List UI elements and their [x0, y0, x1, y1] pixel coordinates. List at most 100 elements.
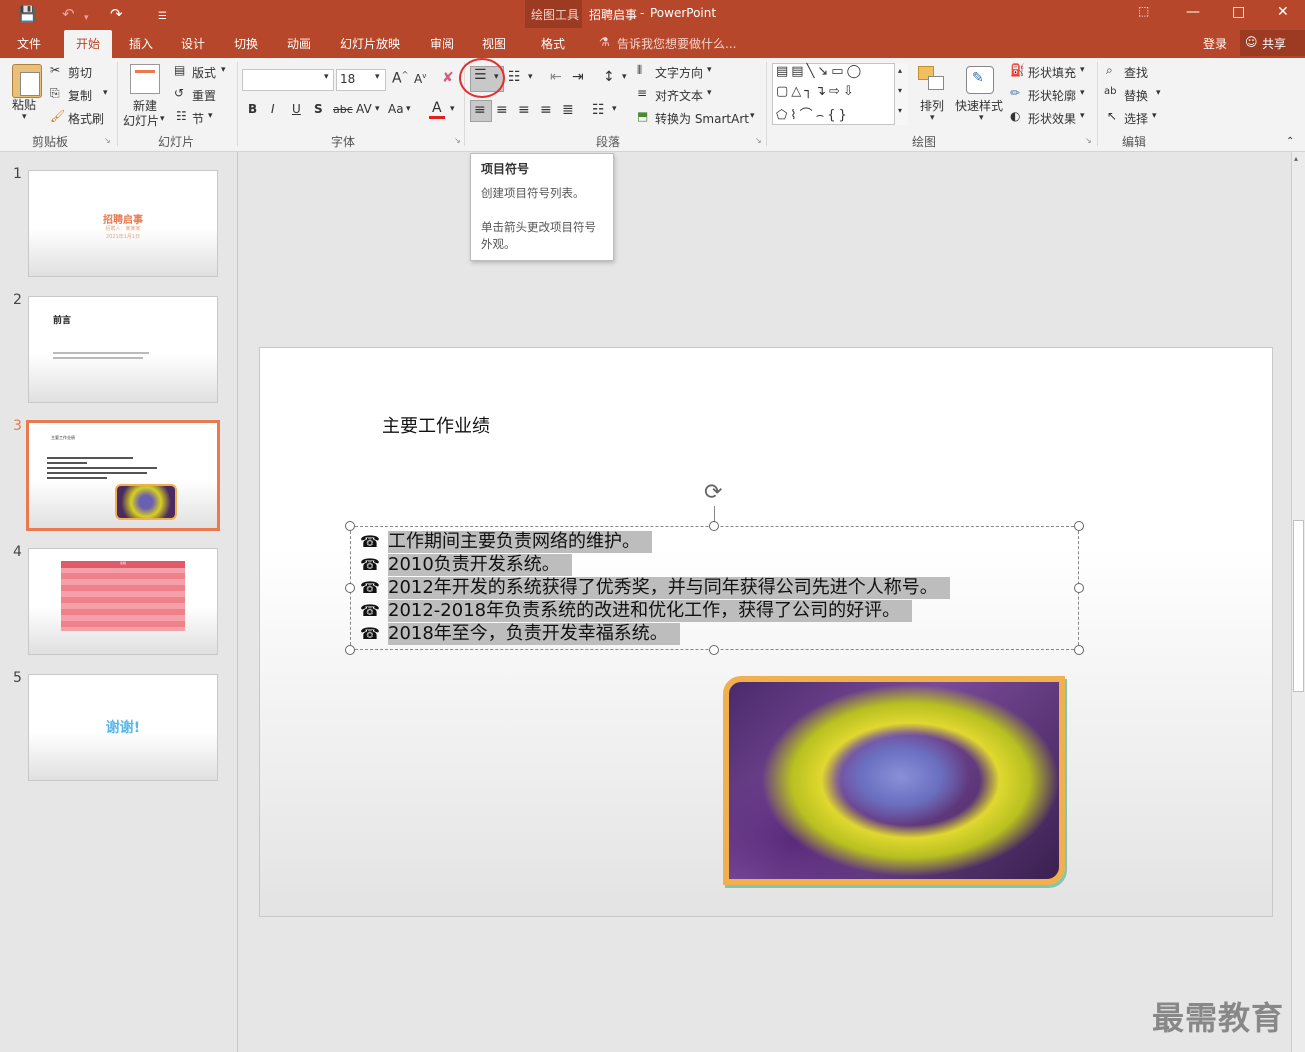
italic-button[interactable]: I [271, 102, 275, 116]
select-button[interactable]: 选择 [1124, 110, 1148, 127]
gallery-down-icon[interactable]: ▾ [898, 86, 902, 95]
slide-thumbnail-1[interactable]: 招聘启事 招聘人：某某某 2021年1月1日 [28, 170, 218, 277]
new-slide-icon[interactable] [130, 64, 160, 94]
slide-title[interactable]: 主要工作业绩 [382, 412, 490, 438]
change-case-dropdown-icon[interactable]: ▾ [406, 104, 411, 114]
shadow-button[interactable]: S [314, 102, 323, 116]
resize-handle[interactable] [1074, 583, 1084, 593]
font-name-input[interactable] [242, 69, 334, 91]
rotate-handle-icon[interactable]: ⟳ [704, 480, 722, 505]
strikethrough-button[interactable]: abc [333, 103, 353, 116]
undo-dropdown-icon[interactable]: ▾ [84, 9, 89, 27]
font-color-button[interactable]: A [432, 100, 442, 116]
arrange-dropdown-icon[interactable]: ▾ [930, 113, 935, 123]
layout-button[interactable]: 版式 [192, 64, 216, 81]
resize-handle[interactable] [709, 521, 719, 531]
slide-thumbnail-4[interactable]: 表格 [28, 548, 218, 655]
gallery-more-icon[interactable]: ▾ [898, 106, 902, 115]
numbering-dropdown-icon[interactable]: ▾ [528, 72, 533, 82]
shape-effects-button[interactable]: 形状效果 [1028, 110, 1076, 127]
tab-slideshow[interactable]: 幻灯片放映 [340, 35, 400, 52]
text-direction-button[interactable]: 文字方向 [655, 64, 703, 81]
quick-styles-button[interactable]: 快速样式 [955, 97, 1003, 114]
shapes-row-2[interactable]: ▢△┐↴⇨⇩ [776, 84, 857, 99]
arrange-button[interactable]: 排列 [920, 97, 944, 114]
resize-handle[interactable] [1074, 521, 1084, 531]
format-painter-button[interactable]: 格式刷 [68, 110, 104, 127]
clear-format-icon[interactable]: ✘ [442, 70, 454, 86]
shapes-row-3[interactable]: ⬠⌇⌒⌢{} [776, 104, 850, 123]
new-slide-dropdown-icon[interactable]: ▾ [160, 114, 165, 124]
tab-format[interactable]: 格式 [541, 35, 565, 52]
undo-icon[interactable]: ↶ [62, 5, 75, 23]
font-size-dropdown-icon[interactable]: ▾ [375, 72, 380, 82]
tab-file[interactable]: 文件 [17, 35, 41, 52]
columns-icon[interactable]: ☷ [592, 102, 605, 118]
flower-picture[interactable] [723, 676, 1065, 885]
customize-qat-icon[interactable]: ☰ [158, 8, 167, 26]
shape-fill-dropdown-icon[interactable]: ▾ [1080, 65, 1085, 75]
section-button[interactable]: 节 [192, 110, 204, 127]
replace-dropdown-icon[interactable]: ▾ [1156, 88, 1161, 98]
login-link[interactable]: 登录 [1203, 35, 1227, 52]
paragraph-launcher-icon[interactable]: ↘ [755, 136, 762, 145]
vertical-scrollbar[interactable]: ▴ [1291, 152, 1305, 1052]
resize-handle[interactable] [345, 645, 355, 655]
tell-me-search[interactable]: 告诉我您想要做什么... [617, 35, 736, 52]
shape-effects-dropdown-icon[interactable]: ▾ [1080, 111, 1085, 121]
justify-icon[interactable]: ≡ [540, 102, 552, 118]
slide-thumbnail-2[interactable]: 前言 [28, 296, 218, 403]
align-text-button[interactable]: 对齐文本 [655, 87, 703, 104]
copy-dropdown-icon[interactable]: ▾ [103, 88, 108, 98]
tab-transitions[interactable]: 切换 [234, 35, 258, 52]
resize-handle[interactable] [345, 521, 355, 531]
shrink-font-icon[interactable]: Av [414, 72, 426, 86]
collapse-ribbon-icon[interactable]: ⌃ [1286, 136, 1294, 147]
save-icon[interactable]: 💾 [18, 5, 37, 23]
align-center-icon[interactable]: ≡ [496, 102, 508, 118]
distributed-icon[interactable]: ≣ [562, 102, 574, 118]
resize-handle[interactable] [1074, 645, 1084, 655]
grow-font-icon[interactable]: A^ [392, 70, 408, 87]
line-spacing-dropdown-icon[interactable]: ▾ [622, 72, 627, 82]
shape-outline-button[interactable]: 形状轮廓 [1028, 87, 1076, 104]
scroll-up-icon[interactable]: ▴ [1294, 154, 1298, 163]
slide-canvas[interactable]: 主要工作业绩 ⟳ ☎ 工作期间主要负责网络的维护。 ☎ 2010负责开发系统。 … [259, 347, 1273, 917]
tab-insert[interactable]: 插入 [129, 35, 153, 52]
font-name-dropdown-icon[interactable]: ▾ [324, 72, 329, 82]
increase-indent-icon[interactable]: ⇥ [572, 69, 584, 85]
text-direction-dropdown-icon[interactable]: ▾ [707, 65, 712, 75]
change-case-button[interactable]: Aa [388, 102, 404, 116]
shape-outline-dropdown-icon[interactable]: ▾ [1080, 88, 1085, 98]
close-icon[interactable]: ✕ [1277, 4, 1289, 20]
drawing-launcher-icon[interactable]: ↘ [1085, 136, 1092, 145]
line-spacing-icon[interactable]: ↕ [603, 69, 615, 85]
select-dropdown-icon[interactable]: ▾ [1152, 111, 1157, 121]
scroll-thumb[interactable] [1293, 520, 1304, 692]
smartart-dropdown-icon[interactable]: ▾ [750, 111, 755, 121]
font-launcher-icon[interactable]: ↘ [454, 136, 461, 145]
reset-button[interactable]: 重置 [192, 87, 216, 104]
smartart-button[interactable]: 转换为 SmartArt [655, 110, 749, 127]
gallery-up-icon[interactable]: ▴ [898, 66, 902, 75]
copy-button[interactable]: 复制 [68, 87, 92, 104]
quick-styles-dropdown-icon[interactable]: ▾ [979, 113, 984, 123]
bold-button[interactable]: B [248, 102, 257, 116]
minimize-icon[interactable]: — [1186, 4, 1200, 20]
tab-animations[interactable]: 动画 [287, 35, 311, 52]
underline-button[interactable]: U [292, 102, 301, 116]
redo-icon[interactable]: ↷ [110, 5, 123, 23]
cut-button[interactable]: 剪切 [68, 64, 92, 81]
maximize-icon[interactable]: □ [1232, 4, 1245, 20]
section-dropdown-icon[interactable]: ▾ [208, 111, 213, 121]
clipboard-launcher-icon[interactable]: ↘ [104, 136, 111, 145]
find-button[interactable]: 查找 [1124, 64, 1148, 81]
new-slide-label-2[interactable]: 幻灯片 [123, 112, 159, 129]
shapes-row-1[interactable]: ▤▤╲↘▭◯ [776, 64, 864, 79]
replace-button[interactable]: 替换 [1124, 87, 1148, 104]
resize-handle[interactable] [709, 645, 719, 655]
slide-thumbnail-3[interactable]: 主要工作业绩 [26, 420, 220, 531]
tab-home[interactable]: 开始 [64, 30, 113, 58]
align-right-icon[interactable]: ≡ [518, 102, 530, 118]
tab-design[interactable]: 设计 [181, 35, 205, 52]
